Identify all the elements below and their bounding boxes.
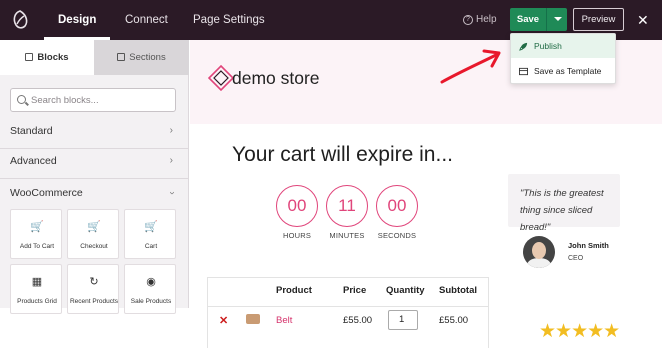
product-link[interactable]: Belt — [276, 315, 292, 326]
chevron-right-icon: › — [169, 155, 173, 166]
rocket-icon — [519, 42, 528, 51]
divider — [0, 178, 189, 179]
cart-icon: 🛒 — [144, 221, 158, 233]
tab-sections[interactable]: Sections — [94, 40, 189, 75]
menu-item-save-as-template[interactable]: Save as Template — [511, 59, 615, 83]
remove-item-icon[interactable]: ✕ — [219, 314, 228, 327]
tab-blocks[interactable]: Blocks — [0, 40, 94, 75]
minutes-value: 11 — [326, 185, 368, 227]
chevron-down-icon: › — [166, 191, 178, 195]
block-add-to-cart[interactable]: 🛒 Add To Cart — [10, 209, 62, 259]
testimonial-role: CEO — [568, 255, 584, 262]
menu-item-label: Save as Template — [534, 66, 602, 76]
search-input[interactable] — [31, 92, 171, 108]
column-header-price: Price — [343, 285, 367, 296]
minutes-label: MINUTES — [329, 231, 365, 240]
sale-tag-icon: ◉ — [146, 276, 156, 288]
preview-button[interactable]: Preview — [573, 8, 624, 31]
block-label: Products Grid — [17, 298, 57, 305]
avatar-face — [532, 242, 546, 259]
sections-icon — [117, 53, 126, 61]
menu-item-label: Publish — [534, 41, 562, 51]
block-label: Add To Cart — [19, 243, 55, 250]
avatar-body — [527, 258, 551, 268]
block-label: Checkout — [80, 243, 108, 250]
blocks-sidebar: Blocks Sections Standard › Advanced › WooC… — [0, 40, 189, 314]
save-dropdown-toggle[interactable] — [546, 8, 567, 31]
template-icon — [519, 67, 528, 76]
block-products-grid[interactable]: ▦ Products Grid — [10, 264, 62, 314]
category-label: Advanced — [10, 155, 57, 167]
block-cart[interactable]: 🛒 Cart — [124, 209, 176, 259]
divider — [208, 306, 488, 307]
block-label: Cart — [144, 243, 158, 250]
countdown-seconds: 00 SECONDS — [376, 185, 418, 240]
block-sale-products[interactable]: ◉ Sale Products — [124, 264, 176, 314]
hours-label: HOURS — [282, 231, 312, 240]
product-thumbnail[interactable] — [246, 314, 260, 324]
column-header-subtotal: Subtotal — [439, 285, 477, 296]
product-subtotal: £55.00 — [439, 315, 469, 326]
chevron-right-icon: › — [169, 125, 173, 136]
category-woocommerce[interactable]: WooCommerce › — [10, 183, 177, 203]
hours-value: 00 — [276, 185, 318, 227]
tab-sections-label: Sections — [129, 52, 166, 63]
tab-connect[interactable]: Connect — [125, 0, 168, 40]
product-price: £55.00 — [343, 315, 373, 326]
star-rating-icon: ★★★★★ — [539, 321, 620, 342]
cart-plus-icon: 🛒 — [30, 221, 44, 233]
category-label: Standard — [10, 125, 53, 137]
column-header-quantity: Quantity — [386, 285, 425, 296]
question-icon: ? — [463, 15, 473, 25]
divider — [0, 148, 189, 149]
blocks-icon — [25, 53, 34, 61]
category-standard[interactable]: Standard › — [10, 121, 176, 141]
help-label: Help — [476, 14, 497, 25]
block-search-field[interactable] — [10, 88, 176, 112]
testimonial-name: John Smith — [568, 241, 609, 250]
block-checkout[interactable]: 🛒 Checkout — [67, 209, 119, 259]
avatar — [523, 236, 555, 268]
cart-table: Product Price Quantity Subtotal ✕ Belt £… — [207, 277, 489, 348]
save-button[interactable]: Save — [510, 8, 546, 31]
block-label: Sale Products — [130, 298, 172, 305]
countdown-hours: 00 HOURS — [276, 185, 318, 240]
grid-icon: ▦ — [31, 276, 43, 288]
testimonial-quote-box: "This is the greatest thing since sliced… — [508, 174, 620, 233]
tab-page-settings[interactable]: Page Settings — [193, 0, 265, 40]
save-dropdown-menu: Publish Save as Template — [510, 33, 616, 84]
countdown-minutes: 11 MINUTES — [326, 185, 368, 240]
seconds-label: SECONDS — [377, 231, 417, 240]
column-header-product: Product — [276, 285, 312, 296]
sidebar-tabs: Blocks Sections — [0, 40, 189, 75]
next-row-partial — [275, 340, 335, 348]
quantity-input[interactable]: 1 — [388, 310, 418, 330]
menu-item-publish[interactable]: Publish — [511, 34, 615, 58]
seconds-value: 00 — [376, 185, 418, 227]
tab-blocks-label: Blocks — [37, 52, 69, 63]
seedprod-logo-icon[interactable] — [10, 9, 30, 31]
diamond-logo-icon — [208, 65, 234, 91]
tab-design[interactable]: Design — [43, 0, 111, 40]
block-label: Recent Products — [69, 298, 119, 305]
history-icon: ↻ — [89, 276, 99, 288]
annotation-arrow-icon — [440, 49, 501, 84]
cart-arrow-icon: 🛒 — [87, 221, 101, 233]
category-advanced[interactable]: Advanced › — [10, 151, 176, 171]
testimonial-quote: "This is the greatest thing since sliced… — [520, 188, 604, 233]
search-icon — [17, 95, 26, 104]
cart-expire-heading: Your cart will expire in... — [232, 143, 453, 166]
block-recent-products[interactable]: ↻ Recent Products — [67, 264, 119, 314]
close-icon[interactable]: ✕ — [637, 10, 649, 30]
store-name: demo store — [232, 68, 320, 88]
help-button[interactable]: ? Help — [463, 0, 497, 40]
category-label: WooCommerce — [10, 187, 83, 199]
